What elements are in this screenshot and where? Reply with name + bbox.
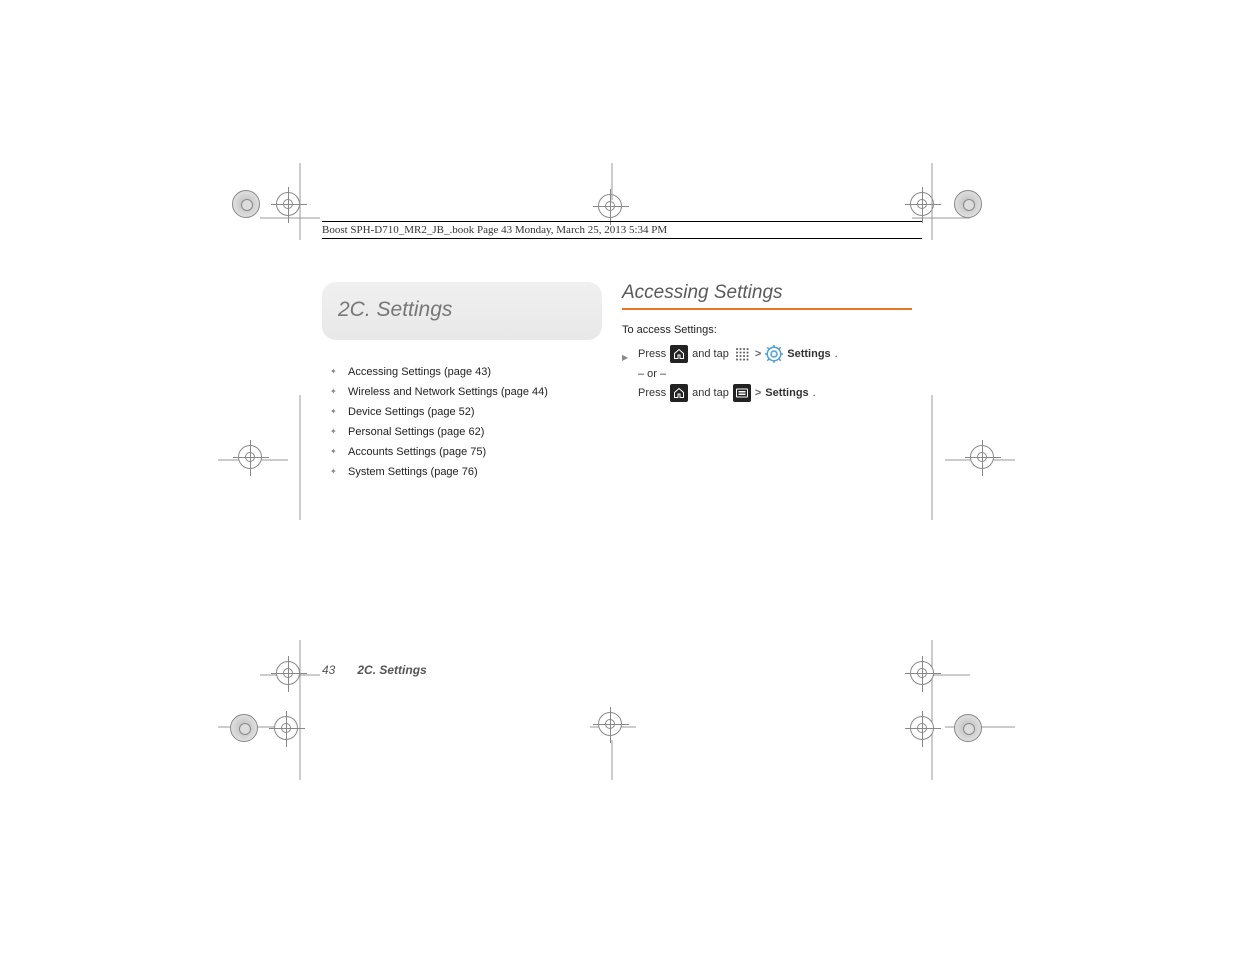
home-icon	[670, 384, 688, 402]
toc-list: Accessing Settings (page 43) Wireless an…	[322, 362, 602, 482]
and-tap-label: and tap	[692, 383, 729, 403]
gt-separator: >	[755, 383, 761, 403]
period: .	[835, 344, 838, 364]
toc-item: Accessing Settings (page 43)	[322, 362, 602, 382]
settings-label: Settings	[787, 344, 830, 364]
and-tap-label: and tap	[692, 344, 729, 364]
toc-item: Accounts Settings (page 75)	[322, 442, 602, 462]
document-header-text: Boost SPH-D710_MR2_JB_.book Page 43 Mond…	[322, 224, 667, 236]
intro-text: To access Settings:	[622, 324, 912, 336]
menu-icon	[733, 384, 751, 402]
period: .	[813, 383, 816, 403]
press-label: Press	[638, 383, 666, 403]
right-column: Accessing Settings To access Settings: P…	[622, 282, 912, 482]
press-label: Press	[638, 344, 666, 364]
toc-item: Wireless and Network Settings (page 44)	[322, 382, 602, 402]
page-content: 2C. Settings Accessing Settings (page 43…	[322, 282, 912, 482]
chapter-title: 2C. Settings	[338, 298, 586, 322]
section-heading: Accessing Settings	[622, 282, 912, 310]
home-icon	[670, 345, 688, 363]
step-row-1: Press and tap >	[622, 344, 912, 364]
page-footer: 43 2C. Settings	[322, 663, 427, 677]
document-header-strip: Boost SPH-D710_MR2_JB_.book Page 43 Mond…	[322, 221, 922, 239]
left-column: 2C. Settings Accessing Settings (page 43…	[322, 282, 602, 482]
chapter-title-box: 2C. Settings	[322, 282, 602, 340]
toc-item: Device Settings (page 52)	[322, 402, 602, 422]
toc-item: System Settings (page 76)	[322, 462, 602, 482]
or-separator: – or –	[622, 368, 912, 380]
step-row-2: Press and tap > Settings.	[622, 383, 912, 403]
gt-separator: >	[755, 344, 761, 364]
toc-item: Personal Settings (page 62)	[322, 422, 602, 442]
settings-label: Settings	[765, 383, 808, 403]
page-number: 43	[322, 663, 335, 677]
settings-gear-icon	[765, 345, 783, 363]
footer-title: 2C. Settings	[357, 663, 426, 677]
apps-grid-icon	[733, 345, 751, 363]
